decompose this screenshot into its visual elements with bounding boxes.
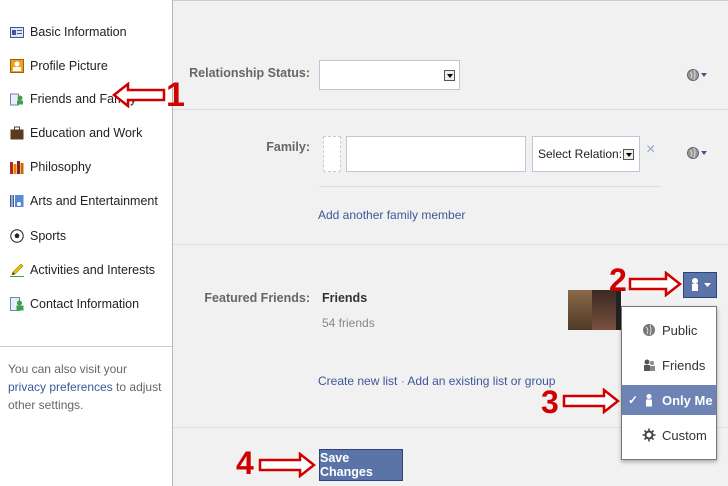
create-new-list-link[interactable]: Create new list	[318, 374, 397, 388]
pencil-icon	[10, 263, 24, 277]
sidebar-divider	[0, 346, 172, 347]
privacy-globe-icon[interactable]	[687, 68, 709, 82]
chevron-down-icon	[623, 149, 634, 160]
privacy-note: You can also visit your privacy preferen…	[8, 362, 162, 412]
sidebar-item-label: Sports	[30, 229, 67, 243]
sidebar-item-label: Education and Work	[30, 126, 143, 140]
relationship-status-select[interactable]	[319, 60, 460, 90]
profile-picture-icon	[10, 59, 24, 73]
privacy-dropdown-menu: Public Friends ✓ Only Me Custom	[621, 306, 717, 460]
sidebar-item-label: Activities and Interests	[30, 263, 156, 277]
friends-icon	[10, 92, 24, 106]
privacy-option-public[interactable]: Public	[622, 317, 716, 343]
sidebar-item-basic-information[interactable]: Basic Information	[10, 22, 127, 42]
sidebar-item-label: Profile Picture	[30, 59, 108, 73]
family-member-picture	[323, 136, 341, 172]
sidebar-item-contact-information[interactable]: Contact Information	[10, 294, 139, 314]
remove-family-member-icon[interactable]: ×	[646, 141, 655, 159]
books-icon	[10, 160, 24, 174]
friend-thumbnail	[568, 290, 592, 330]
chevron-down-icon	[444, 70, 455, 81]
featured-friend-count: 54 friends	[322, 316, 375, 330]
sidebar-item-profile-picture[interactable]: Profile Picture	[10, 56, 108, 76]
privacy-option-friends[interactable]: Friends	[622, 352, 716, 378]
globe-icon	[643, 324, 655, 336]
sidebar-item-activities-and-interests[interactable]: Activities and Interests	[10, 260, 155, 280]
sidebar-item-label: Contact Information	[30, 297, 140, 311]
person-icon	[692, 278, 711, 291]
privacy-option-custom[interactable]: Custom	[622, 422, 716, 448]
family-label: Family:	[266, 140, 310, 154]
annotation-arrow-3	[562, 388, 620, 414]
sidebar-item-sports[interactable]: Sports	[10, 226, 66, 246]
privacy-option-only-me[interactable]: ✓ Only Me	[622, 385, 716, 415]
check-icon: ✓	[628, 393, 639, 407]
sidebar-item-arts-and-entertainment[interactable]: Arts and Entertainment	[10, 191, 158, 211]
sidebar-item-label: Basic Information	[30, 25, 127, 39]
relationship-status-label: Relationship Status:	[189, 66, 310, 80]
friends-icon	[644, 359, 655, 371]
sidebar: Basic Information Profile Picture Friend…	[0, 0, 172, 486]
gear-icon	[642, 428, 656, 442]
add-family-member-link[interactable]: Add another family member	[318, 208, 465, 222]
annotation-arrow-2	[628, 271, 682, 297]
save-changes-button[interactable]: Save Changes	[319, 449, 403, 481]
sidebar-item-philosophy[interactable]: Philosophy	[10, 157, 91, 177]
featured-friends-label: Featured Friends:	[204, 291, 310, 305]
id-card-icon	[10, 25, 24, 39]
family-member-name-input[interactable]	[346, 136, 526, 172]
add-existing-list-link[interactable]: Add an existing list or group	[407, 374, 555, 388]
privacy-preferences-link[interactable]: privacy preferences	[8, 380, 113, 394]
list-links: Create new list · Add an existing list o…	[318, 374, 556, 388]
annotation-number-1: 1	[166, 76, 185, 114]
sidebar-item-label: Arts and Entertainment	[30, 194, 158, 208]
privacy-globe-icon[interactable]	[687, 146, 709, 160]
annotation-arrow-1	[112, 82, 166, 108]
sidebar-item-label: Philosophy	[30, 160, 92, 174]
soccer-ball-icon	[10, 229, 24, 243]
section-divider	[173, 109, 728, 110]
contact-icon	[10, 297, 24, 311]
featured-list-name[interactable]: Friends	[322, 291, 367, 305]
family-relation-select[interactable]: Select Relation:	[532, 136, 640, 172]
music-icon	[10, 194, 24, 208]
annotation-arrow-4	[258, 452, 316, 478]
annotation-number-2: 2	[609, 262, 627, 298]
section-divider	[173, 244, 728, 245]
annotation-number-4: 4	[236, 445, 254, 481]
annotation-number-3: 3	[541, 384, 559, 420]
lock-person-icon	[646, 394, 652, 407]
sidebar-item-education-and-work[interactable]: Education and Work	[10, 123, 142, 143]
briefcase-icon	[10, 126, 24, 140]
privacy-selector-button[interactable]	[683, 272, 717, 298]
